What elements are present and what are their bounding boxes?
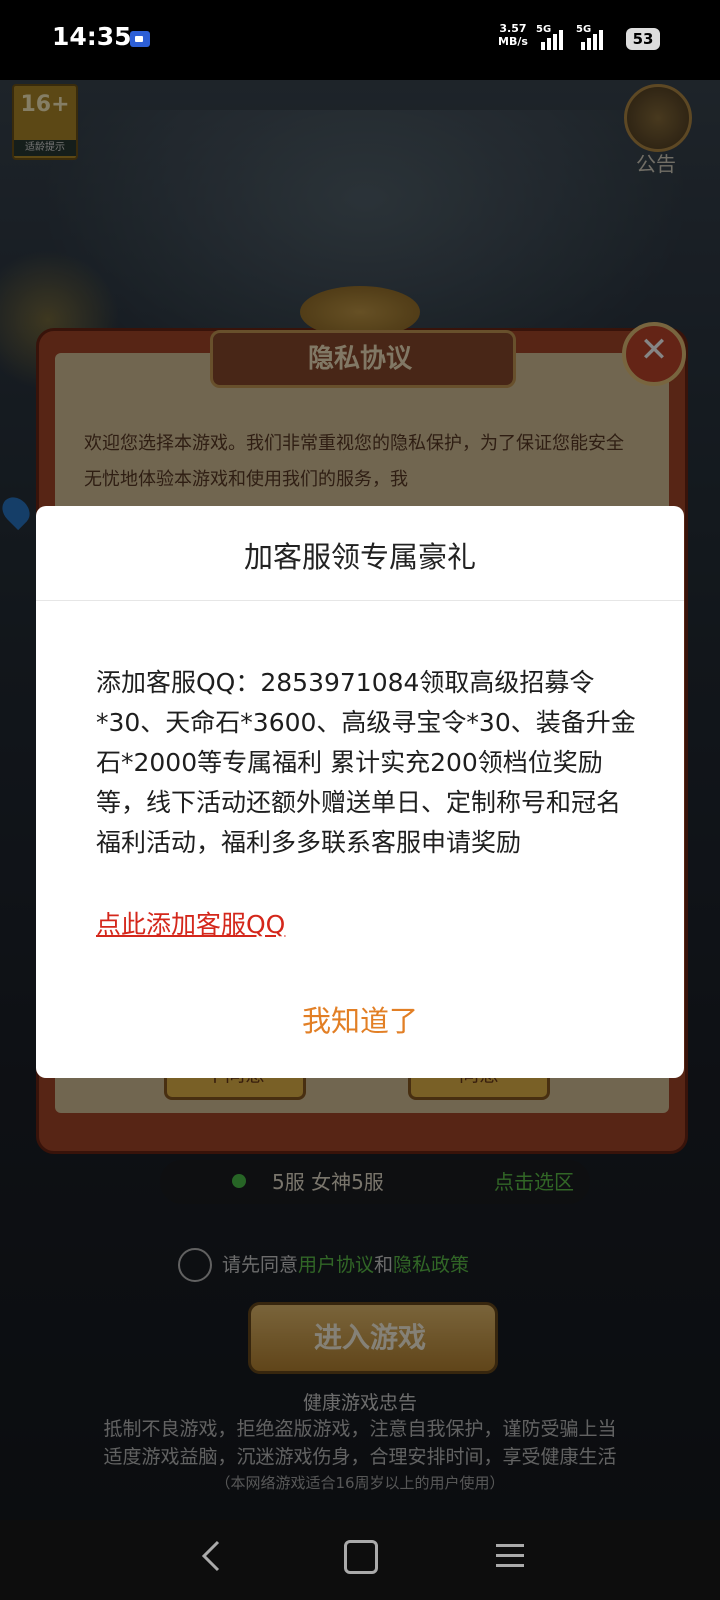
got-it-button[interactable]: 我知道了 bbox=[36, 998, 684, 1040]
dialog-divider bbox=[36, 600, 684, 601]
network-speed: 3.57 MB/s bbox=[498, 22, 528, 48]
recents-icon[interactable] bbox=[496, 1544, 524, 1568]
screen-record-icon bbox=[130, 31, 150, 47]
network-speed-value: 3.57 bbox=[499, 22, 527, 35]
network-speed-unit: MB/s bbox=[498, 35, 528, 48]
dialog-title: 加客服领专属豪礼 bbox=[243, 540, 476, 574]
add-qq-link[interactable]: 点此添加客服QQ bbox=[96, 905, 285, 941]
signal-sim1-icon: 5G bbox=[536, 24, 566, 50]
back-icon[interactable] bbox=[198, 1538, 224, 1574]
home-icon[interactable] bbox=[344, 1540, 378, 1574]
signal-sim2-icon: 5G bbox=[576, 24, 606, 50]
dialog-message: 添加客服QQ：2853971084领取高级招募令*30、天命石*3600、高级寻… bbox=[96, 668, 636, 857]
status-time: 14:35 bbox=[52, 22, 132, 51]
battery-icon: 53 bbox=[626, 28, 660, 50]
